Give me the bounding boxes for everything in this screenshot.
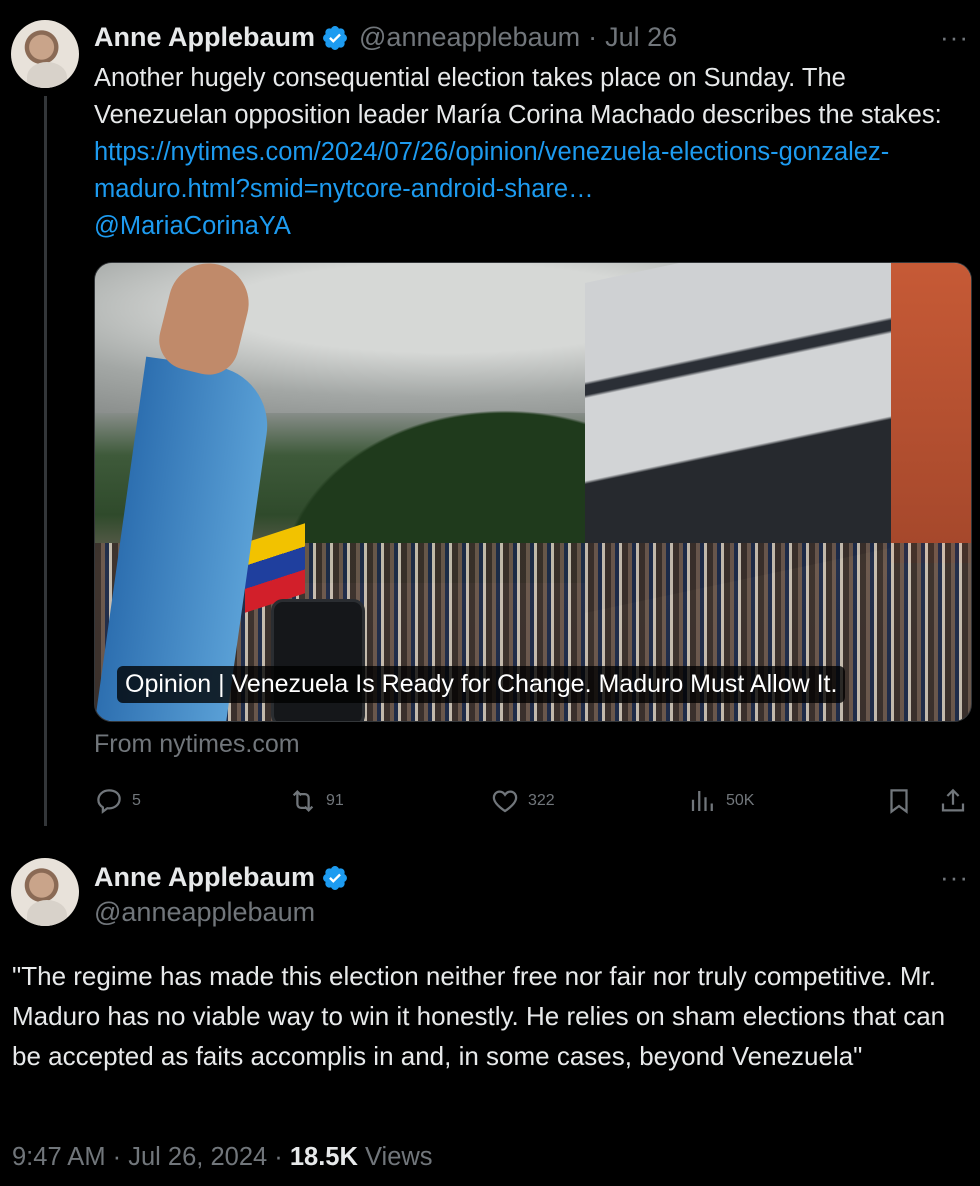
repost-count: 91 [326, 792, 344, 809]
separator-dot: · [267, 1143, 290, 1171]
tweet-date[interactable]: Jul 26 [605, 22, 677, 53]
reply-button[interactable]: 5 [94, 786, 141, 816]
repost-button[interactable]: 91 [288, 786, 344, 816]
tweet-timestamp: 9:47 AM · Jul 26, 2024 · 18.5K Views [12, 1143, 433, 1172]
reply-count: 5 [132, 792, 141, 809]
verified-badge-icon [321, 24, 349, 52]
bookmark-button[interactable] [884, 786, 914, 816]
mention-link[interactable]: @MariaCorinaYA [94, 212, 291, 240]
tweet-time[interactable]: 9:47 AM [12, 1143, 106, 1171]
display-name[interactable]: Anne Applebaum [94, 862, 315, 893]
tweet-header: Anne Applebaum [94, 862, 349, 893]
share-icon [941, 788, 965, 812]
separator-dot: · [105, 1143, 129, 1171]
analytics-icon [691, 791, 713, 811]
card-image-phone [271, 599, 365, 721]
avatar[interactable] [11, 20, 79, 88]
avatar[interactable] [11, 858, 79, 926]
like-button[interactable]: 322 [490, 786, 555, 816]
tweet-header: Anne Applebaum @anneapplebaum · Jul 26 [94, 22, 677, 53]
views-label: Views [365, 1143, 433, 1171]
view-count: 50K [726, 792, 755, 809]
tweet-body: Another hugely consequential election ta… [94, 64, 942, 129]
display-name[interactable]: Anne Applebaum [94, 22, 315, 53]
views-button[interactable]: 50K [688, 786, 754, 816]
share-button[interactable] [938, 786, 968, 816]
tweet-date[interactable]: Jul 26, 2024 [128, 1143, 267, 1171]
separator-dot: · [588, 22, 598, 52]
reply-icon [97, 789, 121, 814]
handle[interactable]: @anneapplebaum [94, 897, 315, 928]
verified-badge-icon [321, 864, 349, 892]
article-link[interactable]: https://nytimes.com/2024/07/26/opinion/v… [94, 138, 889, 203]
more-options-icon[interactable]: ··· [940, 22, 969, 53]
tweet-text: "The regime has made this election neith… [12, 961, 946, 1071]
bookmark-icon [890, 789, 908, 814]
card-source[interactable]: From nytimes.com [94, 730, 300, 759]
tweet-text: Another hugely consequential election ta… [94, 60, 964, 245]
repost-icon [292, 790, 314, 812]
heart-icon [492, 790, 518, 813]
like-count: 322 [528, 792, 555, 809]
thread-connector-line [44, 96, 47, 826]
views-count: 18.5K [289, 1143, 358, 1171]
card-title: Opinion | Venezuela Is Ready for Change.… [117, 666, 846, 703]
handle[interactable]: @anneapplebaum [359, 22, 580, 53]
link-preview-card[interactable]: Opinion | Venezuela Is Ready for Change.… [94, 262, 972, 722]
card-image-brick-wall [891, 263, 971, 563]
more-options-icon[interactable]: ··· [940, 862, 969, 893]
